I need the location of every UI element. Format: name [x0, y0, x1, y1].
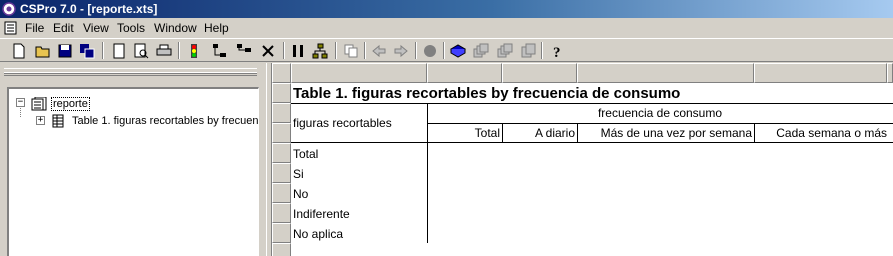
tree-table-node[interactable]: Table 1. figuras recortables by frecuenc	[72, 113, 258, 129]
delete-icon[interactable]	[259, 42, 277, 59]
columns-icon[interactable]	[289, 42, 307, 59]
tree-add-icon[interactable]	[211, 42, 229, 59]
menu-bar: File Edit View Tools Window Help	[0, 18, 893, 38]
tree-view[interactable]: − reporte + Table 1. figuras recortables…	[7, 87, 259, 256]
row-label-no[interactable]: No	[293, 186, 308, 202]
page-icon[interactable]	[110, 42, 128, 59]
print-icon[interactable]	[155, 42, 173, 59]
menu-edit[interactable]: Edit	[53, 21, 74, 35]
grid-row-header[interactable]	[272, 223, 291, 243]
table-rule	[427, 103, 428, 243]
collapse-toggle[interactable]: −	[16, 98, 25, 107]
toolbar-separator	[335, 42, 337, 59]
menu-file[interactable]: File	[25, 21, 44, 35]
toolbar-separator	[364, 42, 366, 59]
column-header-total[interactable]: Total	[427, 125, 500, 141]
toolbar-separator	[415, 42, 417, 59]
grid-column-header[interactable]	[754, 63, 887, 83]
grid-row-header[interactable]	[272, 83, 291, 103]
copy-icon[interactable]	[342, 42, 360, 59]
grid-row-header[interactable]	[272, 203, 291, 223]
expand-toggle[interactable]: +	[36, 116, 45, 125]
menu-tools[interactable]: Tools	[117, 21, 145, 35]
table-rule	[291, 103, 893, 104]
row-label-indiferente[interactable]: Indiferente	[293, 206, 350, 222]
cspro-app-icon	[2, 2, 16, 16]
menu-help[interactable]: Help	[204, 21, 229, 35]
document-icon[interactable]	[3, 21, 19, 35]
row-label-si[interactable]: Si	[293, 166, 304, 182]
tree-panel: − reporte + Table 1. figuras recortables…	[0, 63, 266, 256]
tree-table-label[interactable]: Table 1. figuras recortables by frecuenc	[72, 115, 258, 127]
menu-view[interactable]: View	[83, 21, 109, 35]
forward-icon[interactable]	[392, 42, 410, 59]
grid-row-header[interactable]	[272, 103, 291, 123]
run-icon[interactable]	[185, 42, 203, 59]
grid-column-header[interactable]	[887, 63, 893, 83]
toolbar: ?	[0, 38, 893, 62]
title-bar: CSPro 7.0 - [reporte.xts]	[0, 0, 893, 18]
print-preview-icon[interactable]	[132, 42, 150, 59]
cascade3-icon[interactable]	[519, 42, 537, 59]
grid-row-header[interactable]	[272, 183, 291, 203]
cascade2-icon[interactable]	[496, 42, 514, 59]
toolbar-separator	[283, 42, 285, 59]
open-icon[interactable]	[34, 42, 52, 59]
stop-icon[interactable]	[421, 42, 439, 59]
report-icon	[31, 97, 47, 111]
tree-root-node[interactable]: reporte	[51, 96, 90, 112]
table-title[interactable]: Table 1. figuras recortables by frecuenc…	[293, 85, 680, 102]
help-icon[interactable]: ?	[548, 42, 566, 59]
cascade-icon[interactable]	[472, 42, 490, 59]
panel-grip[interactable]	[4, 72, 257, 76]
tree-root-label[interactable]: reporte	[51, 97, 90, 111]
grid-row-header[interactable]	[272, 163, 291, 183]
grid-row-header[interactable]	[272, 243, 291, 256]
window-title: CSPro 7.0 - [reporte.xts]	[20, 2, 158, 16]
save-icon[interactable]	[56, 42, 74, 59]
stub-header[interactable]: figuras recortables	[293, 115, 392, 131]
table-icon	[52, 114, 64, 128]
book-icon[interactable]	[449, 42, 467, 59]
grid-column-header[interactable]	[291, 63, 427, 83]
menu-window[interactable]: Window	[154, 21, 197, 35]
column-header-mas-de-una-vez[interactable]: Más de una vez por semana	[577, 125, 752, 141]
grid-column-header[interactable]	[577, 63, 754, 83]
toolbar-separator	[443, 42, 445, 59]
spanner-header[interactable]: frecuencia de consumo	[427, 105, 893, 121]
table-grid[interactable]: Table 1. figuras recortables by frecuenc…	[272, 63, 893, 256]
tree-insert-icon[interactable]	[235, 42, 253, 59]
table-rule	[291, 142, 893, 143]
grid-corner[interactable]	[272, 63, 291, 83]
table-rule	[427, 123, 893, 124]
row-label-total[interactable]: Total	[293, 146, 318, 162]
grid-column-header[interactable]	[502, 63, 577, 83]
hierarchy-icon[interactable]	[311, 42, 329, 59]
column-header-cada-semana[interactable]: Cada semana o más	[754, 125, 887, 141]
toolbar-separator	[178, 42, 180, 59]
toolbar-separator	[102, 42, 104, 59]
grid-column-header[interactable]	[427, 63, 502, 83]
grid-row-header[interactable]	[272, 143, 291, 163]
row-label-no-aplica[interactable]: No aplica	[293, 226, 343, 242]
tree-connector	[20, 108, 21, 117]
save-all-icon[interactable]	[78, 42, 96, 59]
svg-text:?: ?	[553, 45, 561, 59]
column-header-a-diario[interactable]: A diario	[502, 125, 575, 141]
back-icon[interactable]	[370, 42, 388, 59]
grid-row-header[interactable]	[272, 123, 291, 143]
new-icon[interactable]	[10, 42, 28, 59]
toolbar-separator	[541, 42, 543, 59]
